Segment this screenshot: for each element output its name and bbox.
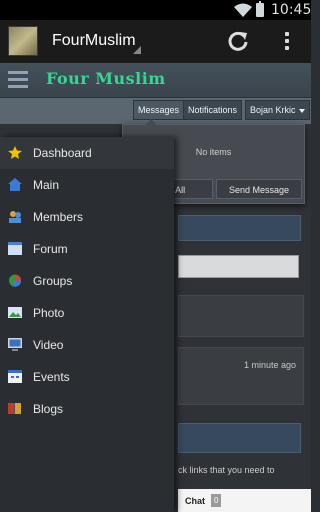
sidebar-item-dashboard[interactable]: Dashboard (0, 137, 174, 169)
spinner-caret-icon[interactable] (133, 46, 141, 54)
calendar-icon (8, 370, 22, 383)
messages-tab[interactable]: Messages (133, 100, 185, 120)
content-panel (178, 215, 301, 241)
battery-icon (256, 1, 264, 17)
groups-icon (9, 274, 22, 287)
user-name: Bojan Krkic (250, 105, 296, 115)
sidebar-item-label: Video (33, 338, 64, 352)
site-logo[interactable]: Four Muslim (46, 69, 166, 88)
sidebar-item-members[interactable]: Members (0, 201, 174, 233)
video-icon (8, 338, 22, 351)
notifications-tab[interactable]: Notifications (183, 100, 243, 120)
sidebar-item-blogs[interactable]: Blogs (0, 393, 174, 425)
chat-label: Chat (185, 496, 205, 506)
content-input[interactable] (178, 255, 299, 278)
site-header: Four Muslim (0, 63, 311, 98)
hamburger-menu-icon[interactable] (8, 71, 28, 89)
quick-links-text: ck links that you need to (178, 465, 275, 475)
content-panel-2 (178, 423, 301, 453)
photo-icon (8, 307, 22, 318)
sidebar-item-label: Forum (33, 242, 68, 256)
sidebar-drawer: Dashboard Main Members Forum Groups Phot… (0, 137, 174, 512)
sidebar-item-label: Groups (33, 274, 73, 288)
sidebar-item-label: Main (33, 178, 60, 192)
status-time: 10:45 (271, 2, 312, 18)
forum-icon (8, 242, 22, 255)
sidebar-item-label: Blogs (33, 402, 64, 416)
chat-count-badge: 0 (211, 494, 222, 507)
activity-card (178, 347, 304, 405)
action-bar: FourMuslim (0, 20, 311, 63)
sidebar-item-label: Dashboard (33, 146, 92, 160)
overflow-menu-icon[interactable] (280, 30, 294, 54)
sidebar-item-photo[interactable]: Photo (0, 297, 174, 329)
wifi-icon (234, 3, 252, 17)
members-icon (9, 211, 21, 223)
sidebar-item-video[interactable]: Video (0, 329, 174, 361)
sidebar-item-groups[interactable]: Groups (0, 265, 174, 297)
activity-timestamp: 1 minute ago (244, 360, 297, 370)
app-logo-icon[interactable] (8, 26, 38, 56)
chevron-down-icon (298, 108, 305, 113)
blogs-icon (8, 403, 21, 414)
status-bar: 10:45 (0, 0, 311, 20)
app-title[interactable]: FourMuslim (52, 32, 136, 50)
home-icon (8, 178, 22, 191)
star-icon (8, 146, 22, 159)
dropdown-arrow (145, 119, 157, 125)
sidebar-item-label: Photo (33, 306, 65, 320)
sidebar-item-forum[interactable]: Forum (0, 233, 174, 265)
chat-bar[interactable]: Chat 0 (178, 489, 311, 512)
sidebar-item-label: Members (33, 210, 84, 224)
sidebar-item-label: Events (33, 370, 70, 384)
send-message-button[interactable]: Send Message (216, 179, 302, 199)
refresh-icon[interactable] (224, 28, 252, 56)
sidebar-item-main[interactable]: Main (0, 169, 174, 201)
user-menu-tab[interactable]: Bojan Krkic (245, 100, 310, 120)
content-card (178, 295, 304, 337)
sidebar-item-events[interactable]: Events (0, 361, 174, 393)
